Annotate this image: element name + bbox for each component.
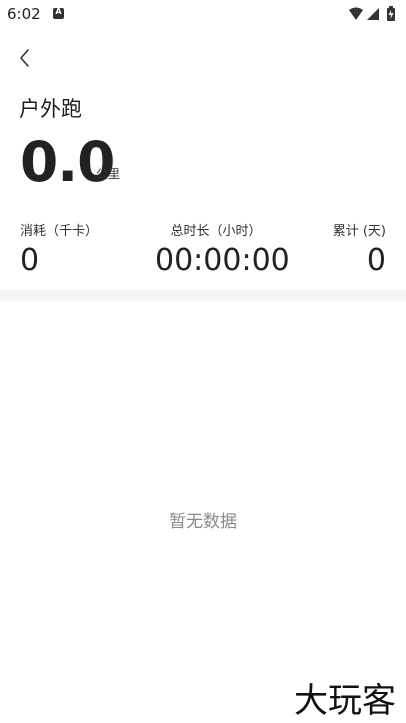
- stat-calories: 消耗（千卡） 0: [20, 220, 98, 278]
- distance-value: 0.0: [20, 130, 115, 194]
- status-bar: 6:02 A: [0, 0, 406, 28]
- page-title: 户外跑: [19, 97, 82, 121]
- empty-state-text: 暂无数据: [169, 512, 237, 532]
- stat-days: 累计 (天) 0: [333, 220, 386, 278]
- battery-icon: [387, 6, 395, 21]
- stat-days-label: 累计 (天): [332, 224, 386, 239]
- signal-icon: [367, 8, 379, 20]
- distance-unit: 公里: [96, 167, 121, 181]
- stat-calories-value: 0: [20, 243, 40, 278]
- stat-duration-label: 总时长（小时）: [170, 224, 262, 239]
- status-icons: [348, 6, 398, 22]
- stat-duration: 总时长（小时） 00:00:00: [155, 220, 290, 278]
- section-divider: [0, 290, 406, 302]
- chevron-left-icon: [20, 49, 29, 67]
- stat-calories-label: 消耗（千卡）: [20, 224, 99, 239]
- status-time: 6:02: [7, 5, 41, 23]
- stat-duration-value: 00:00:00: [155, 243, 290, 278]
- notification-icon-letter: A: [55, 7, 62, 16]
- stat-days-value: 0: [366, 243, 386, 278]
- watermark-logo: 大玩客: [294, 681, 396, 721]
- notification-icon: A: [53, 7, 64, 19]
- wifi-icon: [349, 7, 363, 20]
- back-button[interactable]: [14, 46, 36, 70]
